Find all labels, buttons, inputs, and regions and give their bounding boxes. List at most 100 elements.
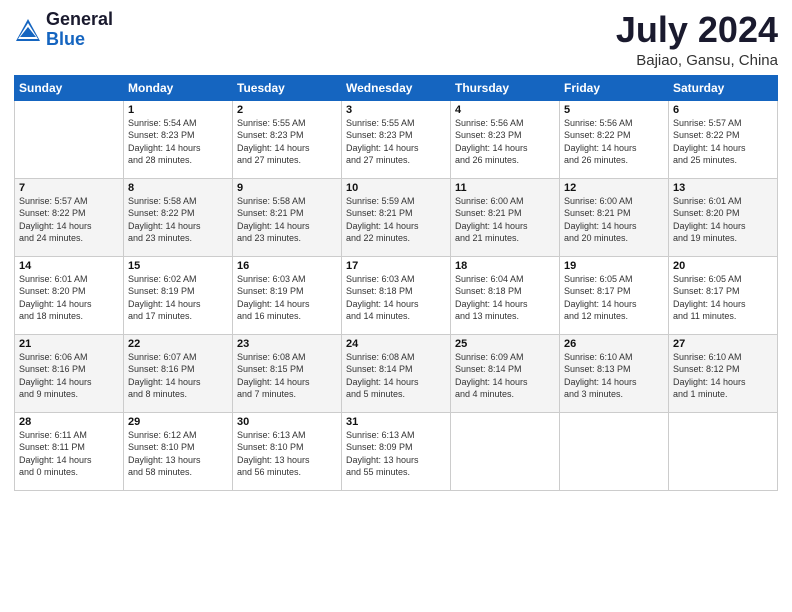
logo-blue: Blue [46,30,113,50]
day-info: Sunrise: 5:55 AM Sunset: 8:23 PM Dayligh… [237,117,337,167]
table-cell: 12Sunrise: 6:00 AM Sunset: 8:21 PM Dayli… [560,178,669,256]
table-cell: 17Sunrise: 6:03 AM Sunset: 8:18 PM Dayli… [342,256,451,334]
table-cell: 8Sunrise: 5:58 AM Sunset: 8:22 PM Daylig… [124,178,233,256]
day-number: 27 [673,338,773,350]
day-info: Sunrise: 6:00 AM Sunset: 8:21 PM Dayligh… [455,195,555,245]
day-number: 31 [346,416,446,428]
day-info: Sunrise: 6:03 AM Sunset: 8:18 PM Dayligh… [346,273,446,323]
table-cell: 24Sunrise: 6:08 AM Sunset: 8:14 PM Dayli… [342,334,451,412]
week-row-1: 1Sunrise: 5:54 AM Sunset: 8:23 PM Daylig… [15,100,778,178]
day-info: Sunrise: 5:56 AM Sunset: 8:23 PM Dayligh… [455,117,555,167]
day-number: 20 [673,260,773,272]
weekday-header-row: Sunday Monday Tuesday Wednesday Thursday… [15,75,778,100]
logo-area: General Blue [14,10,113,50]
table-cell: 15Sunrise: 6:02 AM Sunset: 8:19 PM Dayli… [124,256,233,334]
table-cell: 31Sunrise: 6:13 AM Sunset: 8:09 PM Dayli… [342,412,451,490]
day-number: 9 [237,182,337,194]
day-number: 15 [128,260,228,272]
day-number: 16 [237,260,337,272]
day-info: Sunrise: 6:05 AM Sunset: 8:17 PM Dayligh… [564,273,664,323]
table-cell: 20Sunrise: 6:05 AM Sunset: 8:17 PM Dayli… [669,256,778,334]
table-cell: 26Sunrise: 6:10 AM Sunset: 8:13 PM Dayli… [560,334,669,412]
table-cell: 4Sunrise: 5:56 AM Sunset: 8:23 PM Daylig… [451,100,560,178]
day-number: 3 [346,104,446,116]
header-thursday: Thursday [451,75,560,100]
day-info: Sunrise: 5:58 AM Sunset: 8:22 PM Dayligh… [128,195,228,245]
header-monday: Monday [124,75,233,100]
day-info: Sunrise: 6:09 AM Sunset: 8:14 PM Dayligh… [455,351,555,401]
location-title: Bajiao, Gansu, China [616,52,778,69]
day-info: Sunrise: 6:03 AM Sunset: 8:19 PM Dayligh… [237,273,337,323]
table-cell: 6Sunrise: 5:57 AM Sunset: 8:22 PM Daylig… [669,100,778,178]
day-number: 26 [564,338,664,350]
day-info: Sunrise: 6:06 AM Sunset: 8:16 PM Dayligh… [19,351,119,401]
day-number: 30 [237,416,337,428]
day-info: Sunrise: 5:59 AM Sunset: 8:21 PM Dayligh… [346,195,446,245]
day-number: 29 [128,416,228,428]
day-info: Sunrise: 6:10 AM Sunset: 8:12 PM Dayligh… [673,351,773,401]
day-info: Sunrise: 6:00 AM Sunset: 8:21 PM Dayligh… [564,195,664,245]
day-info: Sunrise: 6:01 AM Sunset: 8:20 PM Dayligh… [673,195,773,245]
table-cell: 9Sunrise: 5:58 AM Sunset: 8:21 PM Daylig… [233,178,342,256]
table-cell: 16Sunrise: 6:03 AM Sunset: 8:19 PM Dayli… [233,256,342,334]
day-info: Sunrise: 5:55 AM Sunset: 8:23 PM Dayligh… [346,117,446,167]
day-info: Sunrise: 6:02 AM Sunset: 8:19 PM Dayligh… [128,273,228,323]
title-area: July 2024 Bajiao, Gansu, China [616,10,778,69]
day-info: Sunrise: 6:12 AM Sunset: 8:10 PM Dayligh… [128,429,228,479]
table-cell [15,100,124,178]
day-info: Sunrise: 5:56 AM Sunset: 8:22 PM Dayligh… [564,117,664,167]
day-number: 25 [455,338,555,350]
day-number: 11 [455,182,555,194]
day-number: 19 [564,260,664,272]
week-row-2: 7Sunrise: 5:57 AM Sunset: 8:22 PM Daylig… [15,178,778,256]
table-cell: 25Sunrise: 6:09 AM Sunset: 8:14 PM Dayli… [451,334,560,412]
day-number: 13 [673,182,773,194]
header-saturday: Saturday [669,75,778,100]
calendar-table: Sunday Monday Tuesday Wednesday Thursday… [14,75,778,491]
day-info: Sunrise: 6:08 AM Sunset: 8:14 PM Dayligh… [346,351,446,401]
day-number: 21 [19,338,119,350]
day-number: 17 [346,260,446,272]
month-title: July 2024 [616,10,778,50]
header-friday: Friday [560,75,669,100]
day-number: 1 [128,104,228,116]
table-cell: 7Sunrise: 5:57 AM Sunset: 8:22 PM Daylig… [15,178,124,256]
day-info: Sunrise: 6:13 AM Sunset: 8:10 PM Dayligh… [237,429,337,479]
table-cell: 5Sunrise: 5:56 AM Sunset: 8:22 PM Daylig… [560,100,669,178]
day-info: Sunrise: 5:58 AM Sunset: 8:21 PM Dayligh… [237,195,337,245]
table-cell: 11Sunrise: 6:00 AM Sunset: 8:21 PM Dayli… [451,178,560,256]
table-cell: 22Sunrise: 6:07 AM Sunset: 8:16 PM Dayli… [124,334,233,412]
day-number: 5 [564,104,664,116]
table-cell: 3Sunrise: 5:55 AM Sunset: 8:23 PM Daylig… [342,100,451,178]
day-number: 14 [19,260,119,272]
day-info: Sunrise: 6:01 AM Sunset: 8:20 PM Dayligh… [19,273,119,323]
table-cell: 23Sunrise: 6:08 AM Sunset: 8:15 PM Dayli… [233,334,342,412]
table-cell: 2Sunrise: 5:55 AM Sunset: 8:23 PM Daylig… [233,100,342,178]
day-number: 8 [128,182,228,194]
day-number: 22 [128,338,228,350]
table-cell: 21Sunrise: 6:06 AM Sunset: 8:16 PM Dayli… [15,334,124,412]
table-cell: 1Sunrise: 5:54 AM Sunset: 8:23 PM Daylig… [124,100,233,178]
day-number: 10 [346,182,446,194]
day-number: 2 [237,104,337,116]
table-cell: 29Sunrise: 6:12 AM Sunset: 8:10 PM Dayli… [124,412,233,490]
day-number: 12 [564,182,664,194]
day-number: 18 [455,260,555,272]
day-info: Sunrise: 6:05 AM Sunset: 8:17 PM Dayligh… [673,273,773,323]
table-cell: 10Sunrise: 5:59 AM Sunset: 8:21 PM Dayli… [342,178,451,256]
table-cell: 27Sunrise: 6:10 AM Sunset: 8:12 PM Dayli… [669,334,778,412]
table-cell: 30Sunrise: 6:13 AM Sunset: 8:10 PM Dayli… [233,412,342,490]
table-cell [669,412,778,490]
week-row-4: 21Sunrise: 6:06 AM Sunset: 8:16 PM Dayli… [15,334,778,412]
day-number: 28 [19,416,119,428]
day-info: Sunrise: 6:04 AM Sunset: 8:18 PM Dayligh… [455,273,555,323]
day-number: 24 [346,338,446,350]
day-info: Sunrise: 6:11 AM Sunset: 8:11 PM Dayligh… [19,429,119,479]
table-cell: 19Sunrise: 6:05 AM Sunset: 8:17 PM Dayli… [560,256,669,334]
week-row-5: 28Sunrise: 6:11 AM Sunset: 8:11 PM Dayli… [15,412,778,490]
logo-general: General [46,10,113,30]
day-number: 23 [237,338,337,350]
day-number: 6 [673,104,773,116]
table-cell: 28Sunrise: 6:11 AM Sunset: 8:11 PM Dayli… [15,412,124,490]
table-cell [451,412,560,490]
